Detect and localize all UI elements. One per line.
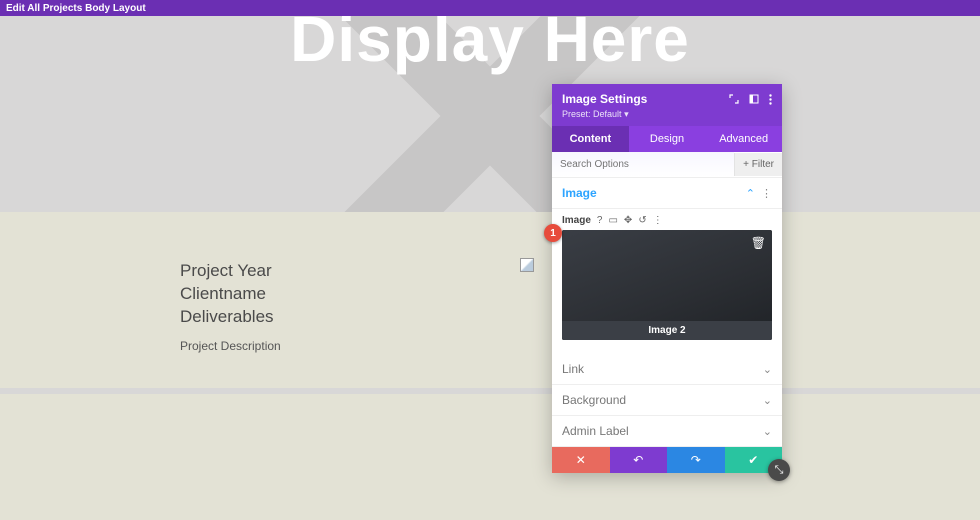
tab-advanced[interactable]: Advanced	[705, 126, 782, 152]
panel-header[interactable]: Image Settings Preset: Default ▾	[552, 84, 782, 126]
tablet-icon[interactable]: ▭	[608, 215, 617, 226]
tab-design[interactable]: Design	[629, 126, 706, 152]
section-image-header[interactable]: Image ⌃ ⋮	[552, 178, 782, 209]
section-admin-label-header[interactable]: Admin Label ⌄	[552, 416, 782, 447]
plus-icon: +	[743, 159, 752, 170]
broken-image-icon[interactable]	[520, 258, 534, 272]
image-preview[interactable]: 🗑 Image 2	[562, 230, 772, 340]
redo-icon: ↷	[691, 453, 701, 467]
undo-icon: ↶	[633, 453, 643, 467]
search-input[interactable]	[552, 152, 734, 177]
editor-top-bar: Edit All Projects Body Layout	[0, 0, 980, 16]
chevron-down-icon: ⌄	[763, 394, 772, 407]
chevron-up-icon: ⌃	[746, 187, 755, 200]
section-link-header[interactable]: Link ⌄	[552, 354, 782, 385]
editor-top-bar-title: Edit All Projects Body Layout	[6, 3, 146, 14]
reset-icon[interactable]: ↺	[638, 215, 646, 226]
image-field-label: Image	[562, 215, 591, 226]
chevron-down-icon: ⌄	[763, 363, 772, 376]
project-fields: Project Year Clientname Deliverables	[180, 260, 540, 329]
discard-button[interactable]: ✕	[552, 447, 610, 473]
filter-button[interactable]: + Filter	[734, 153, 782, 176]
preset-label: Preset:	[562, 109, 591, 119]
help-icon[interactable]: ?	[597, 215, 603, 226]
panel-tabs: Content Design Advanced	[552, 126, 782, 152]
undo-button[interactable]: ↶	[610, 447, 668, 473]
section-image-title: Image	[562, 186, 597, 200]
tab-content[interactable]: Content	[552, 126, 629, 152]
project-description-label: Project Description	[180, 339, 540, 353]
image-preview-caption: Image 2	[562, 321, 772, 340]
trash-icon[interactable]: 🗑	[751, 236, 766, 250]
page-canvas: Edit All Projects Body Layout Display He…	[0, 0, 980, 520]
filter-label: Filter	[752, 159, 774, 170]
panel-preset[interactable]: Preset: Default ▾	[562, 109, 772, 120]
hover-icon[interactable]: ✥	[624, 215, 632, 226]
project-meta-block: Project Year Clientname Deliverables Pro…	[180, 260, 540, 353]
search-row: + Filter	[552, 152, 782, 178]
panel-title: Image Settings	[562, 92, 647, 106]
chevron-down-icon: ⌄	[763, 425, 772, 438]
expand-icon[interactable]	[729, 94, 739, 105]
step-badge-1: 1	[544, 224, 562, 242]
section-image-body: Image ? ▭ ✥ ↺ ⋮ 🗑 Image 2	[552, 209, 782, 354]
field-project-year: Project Year	[180, 260, 540, 283]
field-clientname: Clientname	[180, 283, 540, 306]
hero-section: Display Here	[0, 16, 980, 212]
more-icon[interactable]: ⋮	[761, 187, 772, 200]
snap-icon[interactable]	[749, 94, 759, 105]
image-settings-panel: Image Settings Preset: Default ▾	[552, 84, 782, 473]
redo-button[interactable]: ↷	[667, 447, 725, 473]
resize-handle[interactable]: ⤡	[768, 459, 790, 481]
check-icon: ✔	[748, 453, 758, 467]
panel-action-bar: ✕ ↶ ↷ ✔	[552, 447, 782, 473]
preset-value: Default	[593, 109, 622, 119]
lower-divider	[0, 388, 980, 394]
field-deliverables: Deliverables	[180, 306, 540, 329]
hero-headline: Display Here	[0, 16, 980, 76]
section-admin-label-title: Admin Label	[562, 424, 629, 438]
section-background-title: Background	[562, 393, 626, 407]
close-icon: ✕	[576, 453, 586, 467]
more-icon[interactable]	[769, 94, 772, 105]
chevron-down-icon: ▾	[624, 109, 629, 119]
section-link-title: Link	[562, 362, 584, 376]
section-background-header[interactable]: Background ⌄	[552, 385, 782, 416]
more-icon[interactable]: ⋮	[653, 215, 663, 226]
